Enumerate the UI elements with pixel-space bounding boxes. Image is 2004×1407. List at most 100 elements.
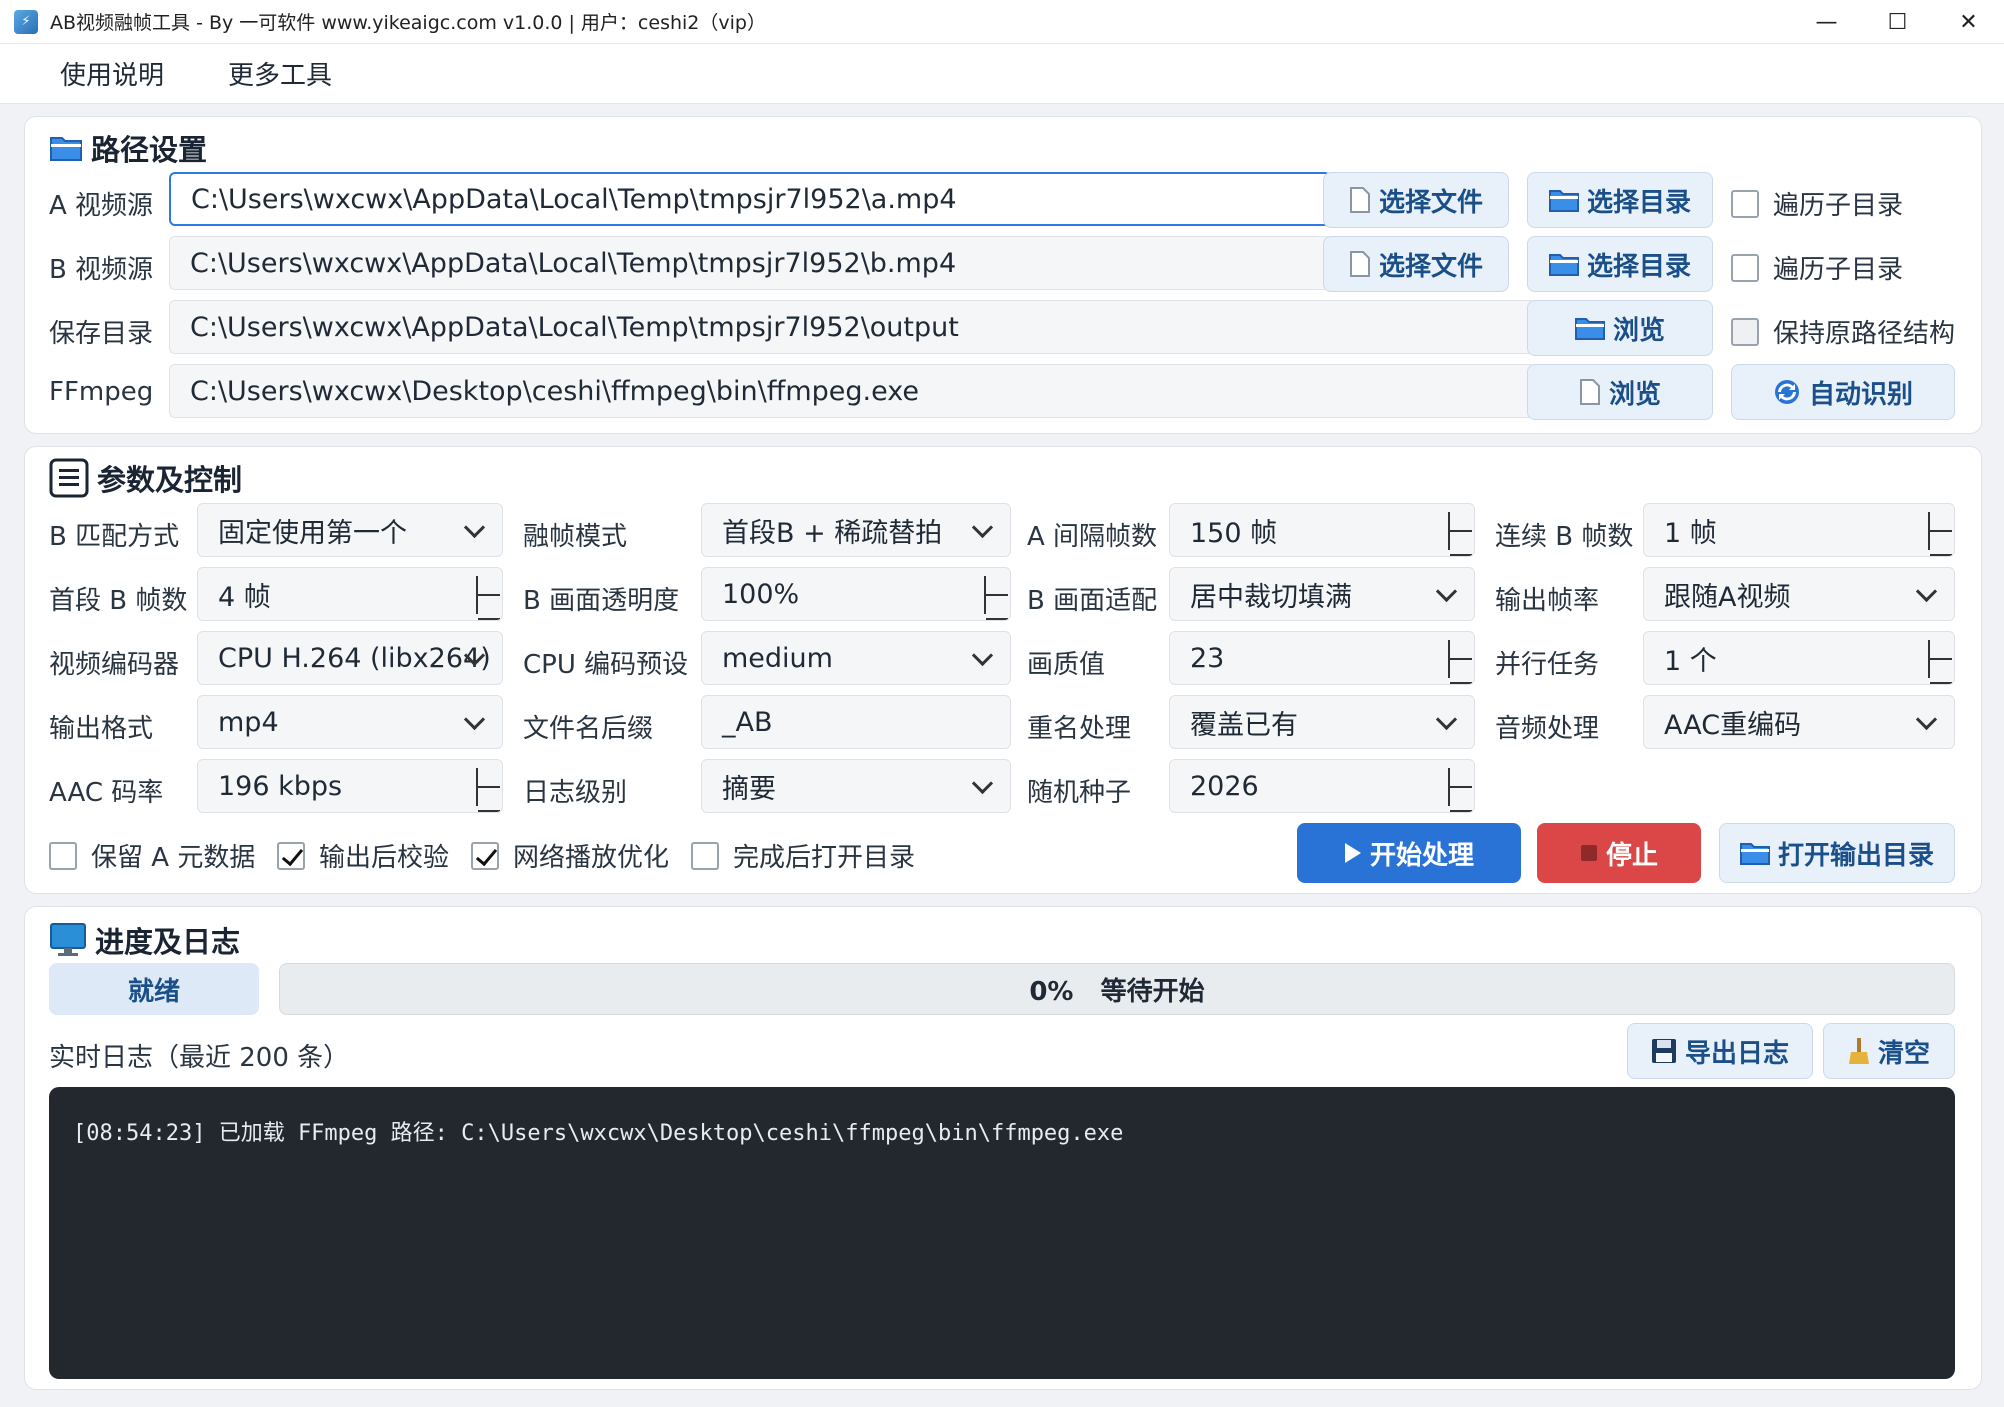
title-bar: ⚡ AB视频融帧工具 - By 一可软件 www.yikeaigc.com v1… [0, 0, 2004, 44]
save-browse-button[interactable]: 浏览 [1527, 300, 1713, 356]
b-consecutive-value: 1 帧 [1664, 517, 1717, 549]
spinner-arrows[interactable] [1448, 640, 1474, 684]
a-choose-file-button[interactable]: 选择文件 [1323, 172, 1509, 228]
folder-icon [1548, 252, 1579, 276]
clear-log-button[interactable]: 清空 [1823, 1023, 1955, 1079]
b-first-value: 4 帧 [218, 581, 271, 613]
b-recurse-checkbox[interactable]: 遍历子目录 [1731, 249, 1903, 286]
path-settings-panel: 路径设置 A 视频源 C:\Users\wxcwx\AppData\Local\… [24, 116, 1982, 434]
parallel-value: 1 个 [1664, 645, 1717, 677]
stop-icon [1580, 844, 1598, 862]
quality-spinbox[interactable]: 23 [1169, 631, 1475, 685]
log-level-select[interactable]: 摘要 [701, 759, 1011, 813]
start-button[interactable]: 开始处理 [1297, 823, 1521, 883]
spinner-arrows[interactable] [1928, 640, 1954, 684]
export-log-button[interactable]: 导出日志 [1627, 1023, 1813, 1079]
encoder-label: 视频编码器 [49, 650, 180, 680]
save-browse-label: 浏览 [1612, 315, 1665, 346]
b-fit-select[interactable]: 居中裁切填满 [1169, 567, 1475, 621]
aac-value: 196 kbps [218, 770, 343, 802]
checkbox-box [1731, 189, 1759, 218]
ffmpeg-label: FFmpeg [49, 377, 154, 407]
ffmpeg-browse-label: 浏览 [1608, 379, 1661, 410]
menu-bar: 使用说明 更多工具 [0, 44, 2004, 104]
checkbox-box [1731, 317, 1759, 346]
aac-spinbox[interactable]: 196 kbps [197, 759, 503, 813]
file-icon [1349, 186, 1371, 214]
a-source-input[interactable]: C:\Users\wxcwx\AppData\Local\Temp\tmpsjr… [169, 172, 1331, 226]
ffmpeg-browse-button[interactable]: 浏览 [1527, 364, 1713, 420]
keep-meta-checkbox[interactable]: 保留 A 元数据 [49, 837, 255, 874]
b-choose-file-button[interactable]: 选择文件 [1323, 236, 1509, 292]
audio-select[interactable]: AAC重编码 [1643, 695, 1955, 749]
keep-structure-checkbox[interactable]: 保持原路径结构 [1731, 313, 1955, 350]
a-choose-dir-label: 选择目录 [1586, 187, 1691, 218]
menu-usage[interactable]: 使用说明 [60, 55, 164, 92]
encoder-select[interactable]: CPU H.264 (libx264) [197, 631, 503, 685]
clear-log-label: 清空 [1877, 1038, 1930, 1069]
checkbox-box [691, 841, 719, 870]
save-dir-label: 保存目录 [49, 319, 154, 349]
format-select[interactable]: mp4 [197, 695, 503, 749]
minimize-button[interactable]: — [1791, 0, 1862, 44]
file-icon [1579, 378, 1601, 406]
verify-checkbox[interactable]: 输出后校验 [277, 837, 449, 874]
export-log-label: 导出日志 [1684, 1038, 1789, 1069]
open-output-button[interactable]: 打开输出目录 [1719, 823, 1955, 883]
log-console[interactable]: [08:54:23] 已加载 FFmpeg 路径: C:\Users\wxcwx… [49, 1087, 1955, 1379]
a-recurse-label: 遍历子目录 [1773, 191, 1904, 221]
spinner-arrows[interactable] [984, 576, 1010, 620]
preset-select[interactable]: medium [701, 631, 1011, 685]
checkbox-box [1731, 253, 1759, 282]
auto-detect-button[interactable]: 自动识别 [1731, 364, 1955, 420]
fps-select[interactable]: 跟随A视频 [1643, 567, 1955, 621]
faststart-checkbox[interactable]: 网络播放优化 [471, 837, 669, 874]
menu-more-tools[interactable]: 更多工具 [228, 55, 332, 92]
checkbox-box-checked [471, 841, 499, 870]
checkbox-box [49, 841, 77, 870]
b-fit-label: B 画面适配 [1027, 586, 1158, 616]
spinner-arrows[interactable] [476, 576, 502, 620]
rename-select[interactable]: 覆盖已有 [1169, 695, 1475, 749]
b-match-label: B 匹配方式 [49, 522, 180, 552]
open-after-checkbox[interactable]: 完成后打开目录 [691, 837, 915, 874]
log-level-label: 日志级别 [523, 778, 628, 808]
b-recurse-label: 遍历子目录 [1773, 255, 1904, 285]
spinner-arrows[interactable] [1448, 512, 1474, 556]
b-choose-dir-button[interactable]: 选择目录 [1527, 236, 1713, 292]
seed-spinbox[interactable]: 2026 [1169, 759, 1475, 813]
progress-bar: 0% 等待开始 [279, 963, 1955, 1015]
status-badge: 就绪 [49, 963, 259, 1015]
a-interval-spinbox[interactable]: 150 帧 [1169, 503, 1475, 557]
a-recurse-checkbox[interactable]: 遍历子目录 [1731, 185, 1903, 222]
spinner-arrows[interactable] [476, 768, 502, 812]
blend-mode-select[interactable]: 首段B + 稀疏替拍 [701, 503, 1011, 557]
b-match-select[interactable]: 固定使用第一个 [197, 503, 503, 557]
ffmpeg-input[interactable]: C:\Users\wxcwx\Desktop\ceshi\ffmpeg\bin\… [169, 364, 1535, 418]
folder-icon [1574, 316, 1605, 340]
blend-mode-label: 融帧模式 [523, 522, 628, 552]
progress-title: 进度及日志 [49, 919, 240, 961]
fps-label: 输出帧率 [1495, 586, 1600, 616]
keep-meta-label: 保留 A 元数据 [91, 843, 256, 873]
b-consecutive-spinbox[interactable]: 1 帧 [1643, 503, 1955, 557]
b-opacity-spinbox[interactable]: 100% [701, 567, 1011, 621]
stop-button[interactable]: 停止 [1537, 823, 1701, 883]
file-icon [1349, 250, 1371, 278]
b-source-label: B 视频源 [49, 255, 154, 285]
parallel-spinbox[interactable]: 1 个 [1643, 631, 1955, 685]
spinner-arrows[interactable] [1448, 768, 1474, 812]
b-first-label: 首段 B 帧数 [49, 586, 188, 616]
maximize-button[interactable]: ☐ [1862, 0, 1933, 44]
stop-label: 停止 [1605, 840, 1658, 871]
save-dir-input[interactable]: C:\Users\wxcwx\AppData\Local\Temp\tmpsjr… [169, 300, 1535, 354]
progress-state: 等待开始 [1100, 976, 1205, 1007]
b-source-input[interactable]: C:\Users\wxcwx\AppData\Local\Temp\tmpsjr… [169, 236, 1331, 290]
save-icon [1651, 1038, 1677, 1064]
spinner-arrows[interactable] [1928, 512, 1954, 556]
folder-icon [1548, 188, 1579, 212]
a-choose-dir-button[interactable]: 选择目录 [1527, 172, 1713, 228]
close-button[interactable]: ✕ [1933, 0, 2004, 44]
b-first-spinbox[interactable]: 4 帧 [197, 567, 503, 621]
suffix-input[interactable]: _AB [701, 695, 1011, 749]
